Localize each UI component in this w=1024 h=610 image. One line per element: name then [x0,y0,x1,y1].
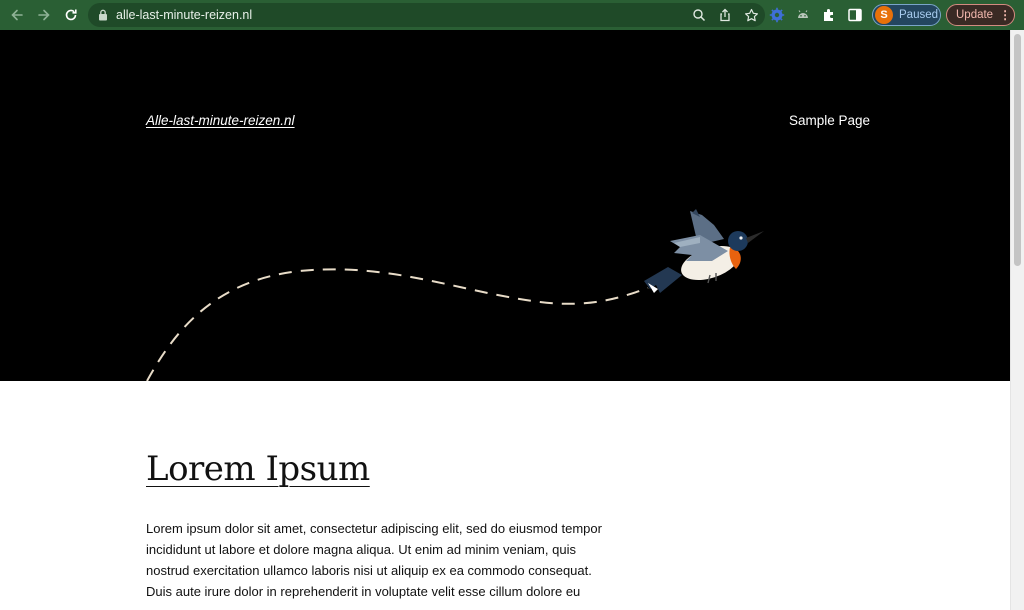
zoom-icon[interactable] [691,7,707,23]
menu-dots-icon[interactable]: ⋮ [999,8,1011,22]
extension-gear-icon[interactable] [768,6,786,24]
lock-icon[interactable] [96,8,110,22]
page-scrollbar[interactable] [1010,30,1024,610]
back-button[interactable] [5,3,29,27]
profile-status: Paused [899,9,939,21]
post-excerpt: Lorem ipsum dolor sit amet, consectetur … [146,521,602,599]
site-header: Alle-last-minute-reizen.nl Sample Page [0,30,1010,381]
update-label: Update [956,9,994,21]
scrollbar-thumb[interactable] [1014,34,1021,266]
extension-android-icon[interactable] [794,6,812,24]
sidepanel-icon[interactable] [846,6,864,24]
update-button[interactable]: Update ⋮ [946,4,1015,26]
browser-toolbar: alle-last-minute-reizen.nl S Paused Upda… [0,0,1024,30]
dashed-flight-path [146,268,649,381]
back-icon [11,9,23,21]
url-text[interactable]: alle-last-minute-reizen.nl [116,8,252,22]
reload-icon [65,9,77,21]
star-icon[interactable] [743,7,759,23]
bird-illustration [644,209,764,293]
profile-button[interactable]: S Paused [872,4,941,26]
address-bar[interactable]: alle-last-minute-reizen.nl [88,3,765,27]
puzzle-icon[interactable] [820,6,838,24]
main-content: Lorem Ipsum Lorem ipsum dolor sit amet, … [0,381,1010,610]
post-title-link[interactable]: Lorem Ipsum [146,449,370,489]
share-icon[interactable] [717,7,733,23]
forward-button[interactable] [32,3,56,27]
reload-button[interactable] [59,3,83,27]
avatar: S [875,6,893,24]
forward-icon [38,9,50,21]
